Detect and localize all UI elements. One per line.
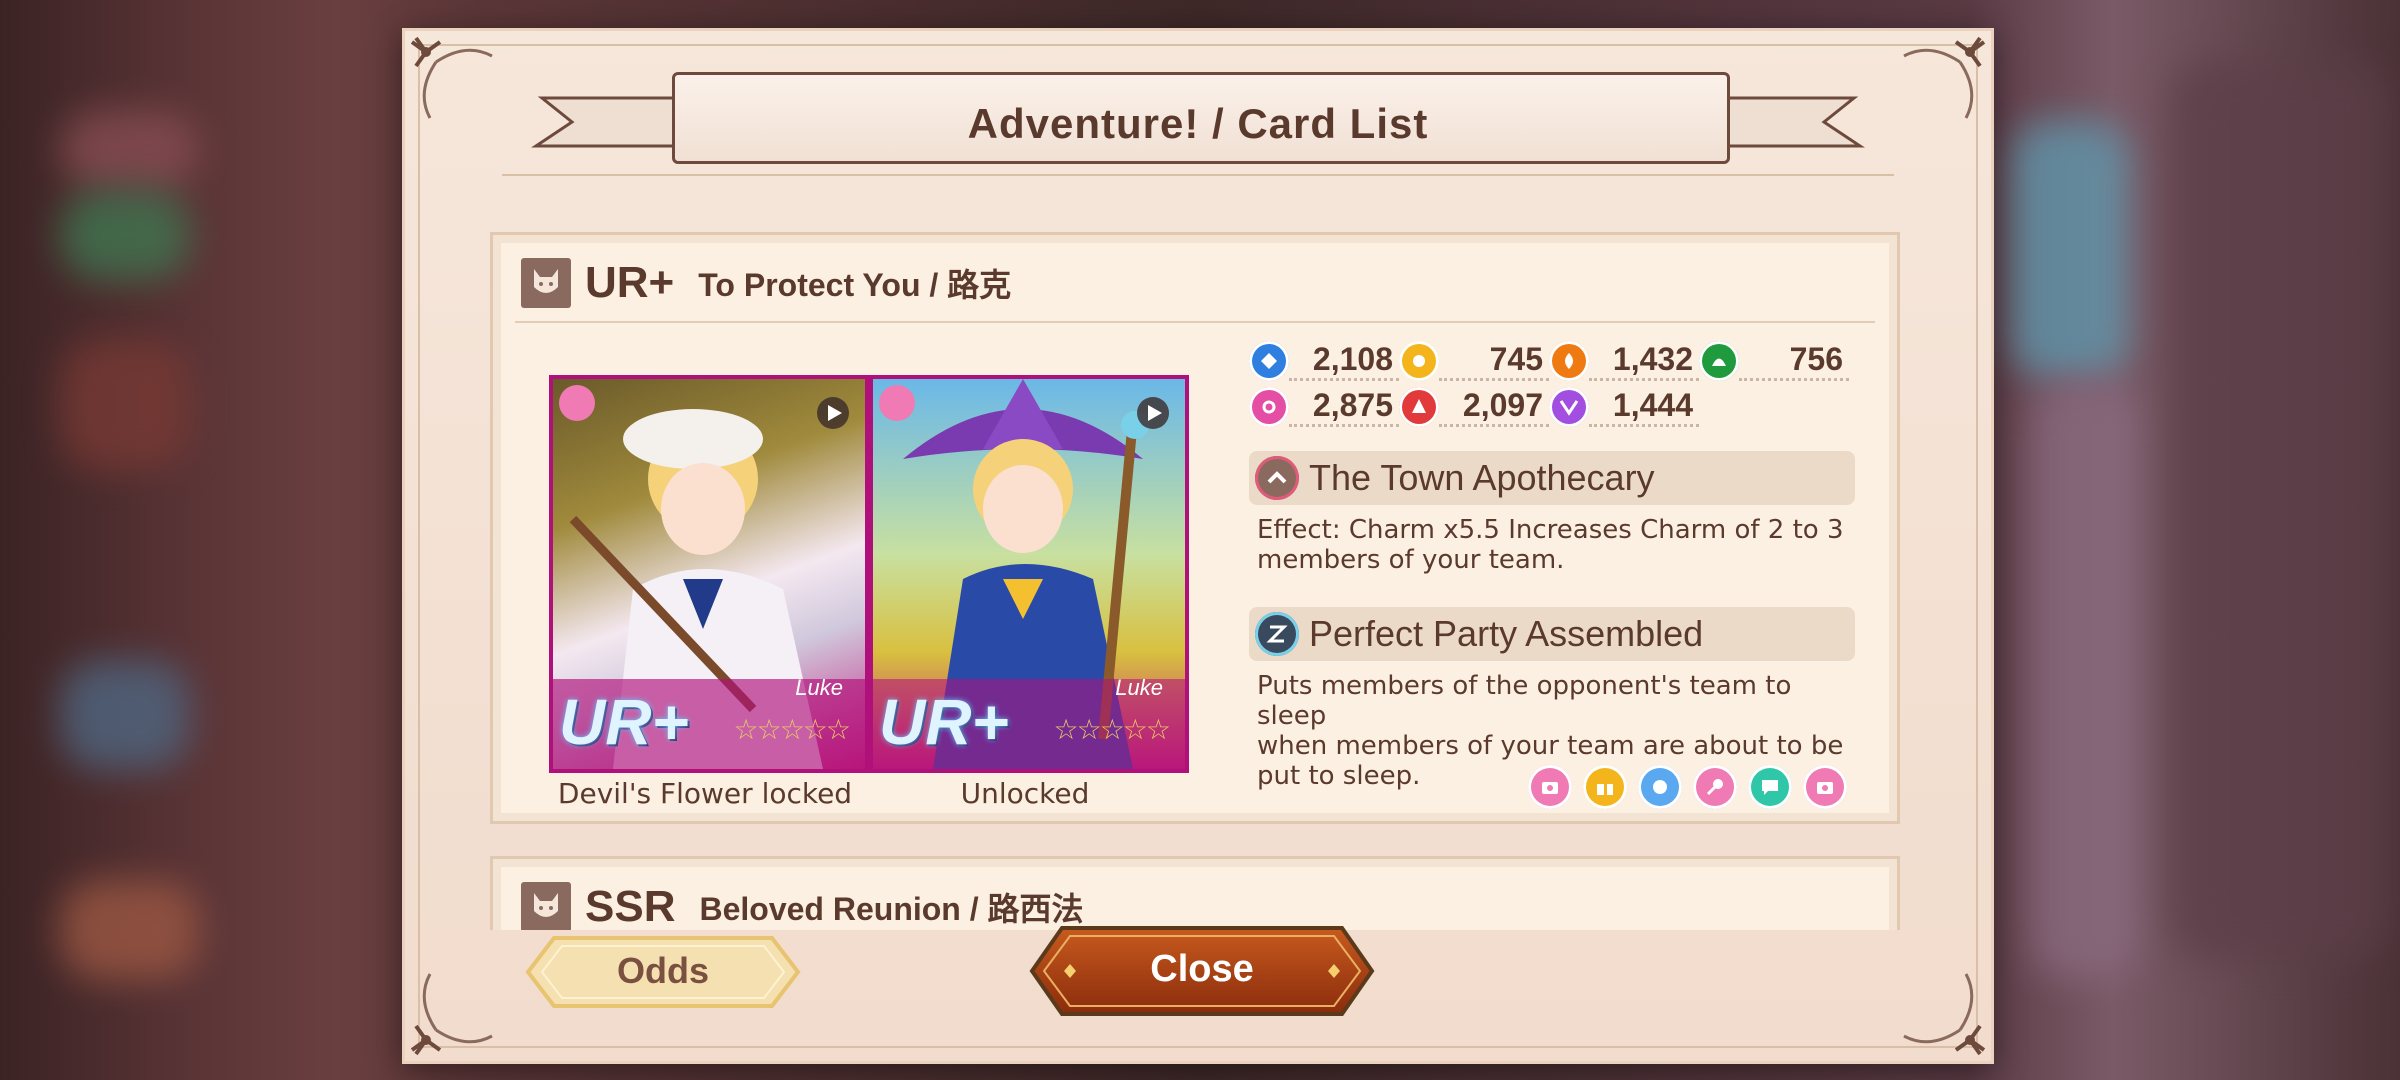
skill-header: Perfect Party Assembled bbox=[1249, 607, 1855, 661]
background-blur bbox=[60, 340, 190, 470]
skill-description-line: Puts members of the opponent's team to s… bbox=[1257, 671, 1792, 731]
stat-value: 756 bbox=[1739, 341, 1849, 381]
card-rarity: UR+ bbox=[585, 258, 675, 307]
close-button-label: Close bbox=[1150, 948, 1254, 990]
title-ribbon: Adventure! / Card List bbox=[522, 56, 1874, 176]
card-rarity: SSR bbox=[585, 882, 676, 930]
face-icon bbox=[1638, 765, 1682, 809]
sleep-z-icon bbox=[1255, 612, 1299, 656]
card-caption: Devil's Flower locked bbox=[557, 777, 853, 810]
stat-orange: 1,432 bbox=[1549, 339, 1699, 383]
background-blur bbox=[60, 190, 190, 280]
card-header: SSR Beloved Reunion / 路西法 bbox=[521, 879, 1084, 930]
corner-ornament bbox=[1900, 970, 1990, 1060]
skill-description-line: Effect: Charm x5.5 Increases Charm of 2 … bbox=[1257, 515, 1844, 545]
skill-header: The Town Apothecary bbox=[1249, 451, 1855, 505]
skill-title: The Town Apothecary bbox=[1309, 457, 1655, 498]
background-blur bbox=[2170, 60, 2390, 960]
card-art-unlocked[interactable]: UR+ Luke ☆☆☆☆☆ bbox=[869, 375, 1189, 773]
chevron-up-icon bbox=[1255, 456, 1299, 500]
stat-value: 2,875 bbox=[1289, 387, 1399, 427]
orange-flame-icon bbox=[1549, 341, 1589, 381]
background-blur bbox=[60, 660, 190, 770]
green-leaf-icon bbox=[1699, 341, 1739, 381]
close-button[interactable]: Close bbox=[1028, 924, 1376, 1018]
star-rating: ☆☆☆☆☆ bbox=[1053, 713, 1171, 746]
card-art-locked[interactable]: UR+ Luke ☆☆☆☆☆ bbox=[549, 375, 869, 773]
skill-description-line: members of your team. bbox=[1257, 545, 1565, 575]
card-rarity-badge: UR+ bbox=[559, 686, 689, 758]
card-entry: SSR Beloved Reunion / 路西法 bbox=[490, 856, 1900, 930]
camera-icon bbox=[1528, 765, 1572, 809]
background-blur bbox=[60, 110, 200, 190]
camera-icon bbox=[1803, 765, 1847, 809]
card-character-name: Luke bbox=[1115, 675, 1163, 700]
card-title: Beloved Reunion / 路西法 bbox=[699, 891, 1084, 927]
microphone-icon bbox=[1693, 765, 1737, 809]
background-blur bbox=[2010, 120, 2130, 380]
skill-title: Perfect Party Assembled bbox=[1309, 613, 1704, 654]
dialog-title: Adventure! / Card List bbox=[967, 100, 1429, 147]
background-blur bbox=[2030, 380, 2140, 980]
purple-wing-icon bbox=[1549, 387, 1589, 427]
card-caption: Unlocked bbox=[960, 777, 1090, 810]
chat-icon bbox=[1748, 765, 1792, 809]
card-list-scroll[interactable]: UR+ To Protect You / 路克 UR+ Luke ☆☆☆☆☆ D… bbox=[462, 198, 1934, 930]
stat-value: 2,108 bbox=[1289, 341, 1399, 381]
corner-ornament bbox=[406, 970, 496, 1060]
stat-value: 745 bbox=[1439, 341, 1549, 381]
demon-face-icon bbox=[521, 882, 571, 930]
stats-row-1: 2,108 745 1,432 756 bbox=[1249, 339, 1849, 383]
skill-description-line: when members of your team are about to b… bbox=[1257, 731, 1844, 761]
stat-blue: 2,108 bbox=[1249, 339, 1399, 383]
corner-ornament bbox=[406, 32, 496, 122]
card-entry: UR+ To Protect You / 路克 UR+ Luke ☆☆☆☆☆ D… bbox=[490, 232, 1900, 824]
card-list-dialog: Adventure! / Card List UR+ To Protect Yo… bbox=[402, 28, 1994, 1064]
skill-description: Effect: Charm x5.5 Increases Charm of 2 … bbox=[1257, 515, 1857, 575]
red-crest-icon bbox=[1399, 387, 1439, 427]
stat-value: 2,097 bbox=[1439, 387, 1549, 427]
odds-button[interactable]: Odds bbox=[524, 934, 802, 1010]
card-rarity-badge: UR+ bbox=[879, 686, 1009, 758]
tag-icons bbox=[1517, 765, 1847, 809]
card-title: To Protect You / 路克 bbox=[698, 267, 1012, 303]
divider bbox=[515, 321, 1875, 323]
stat-purple: 1,444 bbox=[1549, 385, 1699, 429]
stat-value: 1,432 bbox=[1589, 341, 1699, 381]
blue-diamond-icon bbox=[1249, 341, 1289, 381]
card-header: UR+ To Protect You / 路克 bbox=[521, 255, 1011, 311]
stat-pink: 2,875 bbox=[1249, 385, 1399, 429]
pink-crest-icon bbox=[1249, 387, 1289, 427]
background-blur bbox=[60, 880, 200, 980]
odds-button-label: Odds bbox=[616, 950, 709, 991]
demon-face-icon bbox=[521, 258, 571, 308]
stat-green: 756 bbox=[1699, 339, 1849, 383]
card-character-name: Luke bbox=[795, 675, 843, 700]
stat-yellow: 745 bbox=[1399, 339, 1549, 383]
corner-ornament bbox=[1900, 32, 1990, 122]
stats-row-2: 2,875 2,097 1,444 bbox=[1249, 385, 1699, 429]
star-rating: ☆☆☆☆☆ bbox=[733, 713, 851, 746]
divider bbox=[502, 174, 1894, 176]
stat-red: 2,097 bbox=[1399, 385, 1549, 429]
gift-icon bbox=[1583, 765, 1627, 809]
yellow-sun-icon bbox=[1399, 341, 1439, 381]
stat-value: 1,444 bbox=[1589, 387, 1699, 427]
